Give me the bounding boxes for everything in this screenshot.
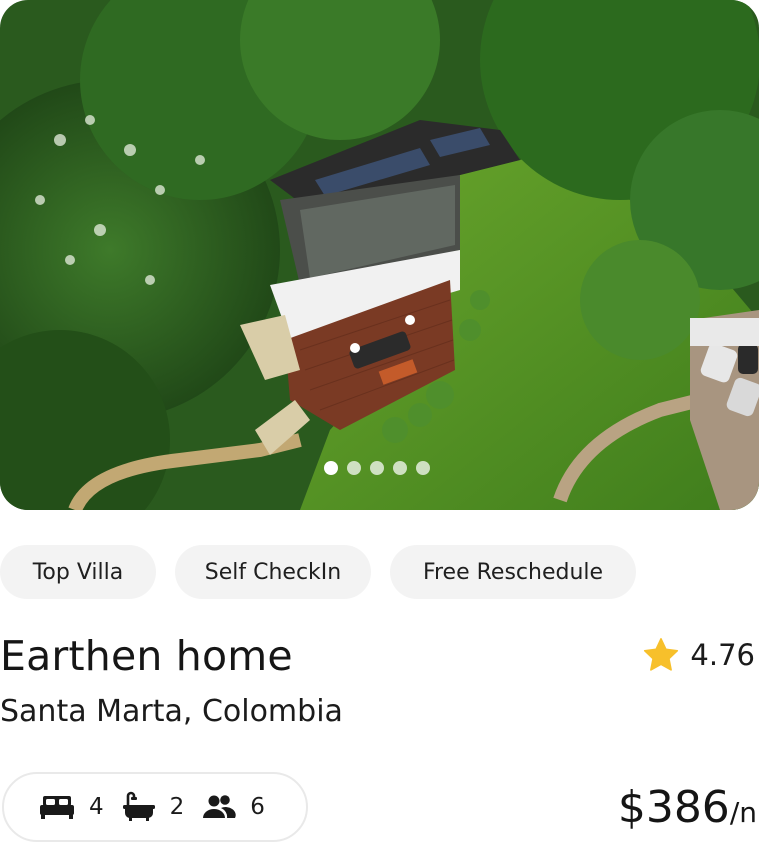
guests-icon [203, 795, 236, 818]
guests-count: 6 [250, 794, 265, 820]
rating: 4.76 [642, 636, 755, 674]
star-icon [644, 638, 679, 671]
price: $386/n [618, 782, 757, 833]
tag-self-checkin: Self CheckIn [175, 545, 371, 599]
baths-count: 2 [169, 794, 185, 820]
bathtub-icon [122, 791, 155, 821]
tag-free-reschedule: Free Reschedule [390, 545, 636, 599]
price-amount: $386 [617, 782, 730, 833]
listing-location: Santa Marta, Colombia [0, 694, 343, 729]
carousel-dot[interactable] [416, 461, 430, 475]
amenities-pill: 4 2 6 [2, 772, 308, 842]
bed-icon [40, 796, 74, 819]
price-period: /n [729, 796, 757, 829]
carousel-dot[interactable] [347, 461, 361, 475]
amenity-beds: 4 [39, 794, 104, 820]
carousel-dots[interactable] [324, 461, 430, 475]
listing-title: Earthen home [0, 632, 293, 680]
carousel-dot[interactable] [370, 461, 384, 475]
amenity-baths: 2 [122, 791, 185, 823]
beds-count: 4 [89, 794, 104, 820]
listing-photo[interactable] [0, 0, 759, 510]
villa-aerial-photo [0, 0, 759, 510]
carousel-dot-active[interactable] [324, 461, 338, 475]
tag-top-villa: Top Villa [0, 545, 156, 599]
rating-value: 4.76 [690, 638, 755, 672]
carousel-dot[interactable] [393, 461, 407, 475]
amenity-guests: 6 [202, 794, 265, 820]
